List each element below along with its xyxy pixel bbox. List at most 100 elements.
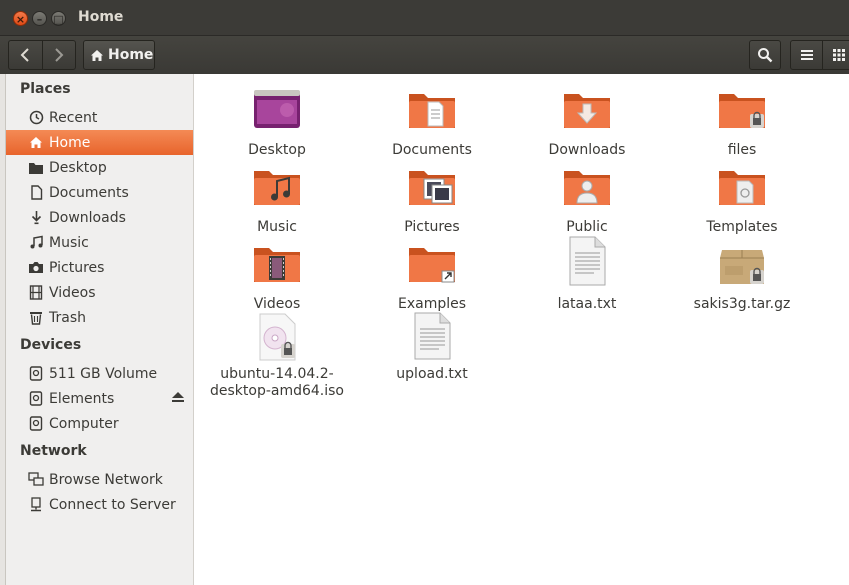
documents-folder-icon	[406, 88, 458, 138]
sidebar-item-label: Downloads	[49, 209, 126, 226]
breadcrumb-label: Home	[108, 47, 154, 63]
list-view-button[interactable]	[791, 41, 822, 69]
sidebar-item-recent[interactable]: Recent	[6, 105, 193, 130]
file-label: Public	[566, 219, 608, 235]
chevron-right-icon	[55, 48, 64, 62]
file-item-public[interactable]: Public	[517, 165, 657, 236]
file-label: Pictures	[404, 219, 460, 235]
sidebar-item-pictures[interactable]: Pictures	[6, 255, 193, 280]
file-item-templates[interactable]: Templates	[672, 165, 812, 236]
view-mode-group	[790, 40, 849, 70]
network-icon	[28, 472, 44, 488]
places-header: Places	[20, 81, 71, 97]
drive-icon	[28, 416, 44, 432]
disc-image-icon	[251, 312, 303, 362]
file-label: Templates	[706, 219, 778, 235]
file-item-ubuntu-iso[interactable]: ubuntu-14.04.2- desktop-amd64.iso	[207, 312, 347, 400]
sidebar-item-desktop[interactable]: Desktop	[6, 155, 193, 180]
sidebar-item-videos[interactable]: Videos	[6, 280, 193, 305]
window-title: Home	[78, 9, 124, 25]
file-label: sakis3g.tar.gz	[693, 296, 791, 312]
maximize-button[interactable]: □	[51, 11, 66, 26]
file-item-downloads[interactable]: Downloads	[517, 88, 657, 159]
file-label: Music	[257, 219, 297, 235]
public-folder-icon	[561, 165, 613, 215]
trash-icon	[28, 310, 44, 326]
sidebar-item-trash[interactable]: Trash	[6, 305, 193, 330]
camera-icon	[28, 260, 44, 276]
downloads-folder-icon	[561, 88, 613, 138]
text-file-icon	[406, 312, 458, 362]
file-item-desktop[interactable]: Desktop	[207, 88, 347, 159]
sidebar-item-downloads[interactable]: Downloads	[6, 205, 193, 230]
file-item-documents[interactable]: Documents	[362, 88, 502, 159]
file-item-upload-txt[interactable]: upload.txt	[362, 312, 502, 383]
devices-header: Devices	[20, 337, 82, 353]
back-button[interactable]	[9, 41, 42, 69]
grid-view-button[interactable]	[822, 41, 849, 69]
home-icon	[91, 49, 103, 61]
sidebar-item-label: Music	[49, 234, 89, 251]
home-icon	[28, 135, 44, 151]
search-icon	[758, 48, 773, 63]
sidebar-item-label: Recent	[49, 109, 98, 126]
file-item-examples[interactable]: Examples	[362, 242, 502, 313]
clock-icon	[28, 110, 44, 126]
toolbar: Home	[0, 36, 849, 74]
grid-icon	[832, 49, 845, 61]
sidebar-item-label: Documents	[49, 184, 129, 201]
file-label: Videos	[253, 296, 301, 312]
folder-icon	[28, 160, 44, 176]
desktop-folder-icon	[251, 88, 303, 138]
file-item-sakis3g-tar-gz[interactable]: sakis3g.tar.gz	[672, 242, 812, 313]
sidebar-item-music[interactable]: Music	[6, 230, 193, 255]
file-item-files[interactable]: files	[672, 88, 812, 159]
file-label: Documents	[392, 142, 472, 158]
document-icon	[28, 185, 44, 201]
sidebar-item-label: 511 GB Volume	[49, 365, 158, 382]
file-label: Examples	[397, 296, 467, 312]
music-icon	[28, 235, 44, 251]
file-item-videos[interactable]: Videos	[207, 242, 347, 313]
file-item-music[interactable]: Music	[207, 165, 347, 236]
sidebar-item-label: Videos	[49, 284, 96, 301]
sidebar-item-label: Elements	[49, 390, 115, 407]
sidebar-item-label: Computer	[49, 415, 119, 432]
eject-icon[interactable]	[171, 391, 185, 407]
music-folder-icon	[251, 165, 303, 215]
minimize-button[interactable]: –	[32, 11, 47, 26]
sidebar-item-home[interactable]: Home	[6, 130, 193, 155]
sidebar-item-computer[interactable]: Computer	[6, 411, 193, 436]
templates-folder-icon	[716, 165, 768, 215]
text-file-icon	[561, 235, 613, 292]
file-label: ubuntu-14.04.2- desktop-amd64.iso	[207, 366, 347, 400]
locked-folder-icon	[716, 88, 768, 138]
title-bar[interactable]: × – □ Home	[0, 0, 849, 36]
sidebar: Places Recent Home Desktop Documents Dow…	[6, 74, 194, 585]
file-label-line: desktop-amd64.iso	[209, 383, 344, 399]
drive-icon	[28, 366, 44, 382]
forward-button[interactable]	[41, 41, 75, 69]
chevron-left-icon	[21, 48, 30, 62]
sidebar-item-browse-network[interactable]: Browse Network	[6, 467, 193, 492]
breadcrumb-home[interactable]: Home	[83, 40, 155, 70]
sidebar-item-documents[interactable]: Documents	[6, 180, 193, 205]
sidebar-item-connect-server[interactable]: Connect to Server	[6, 492, 193, 517]
download-icon	[28, 210, 44, 226]
film-icon	[28, 285, 44, 301]
file-item-lataa-txt[interactable]: lataa.txt	[517, 235, 657, 313]
sidebar-item-label: Trash	[49, 309, 86, 326]
search-button[interactable]	[749, 40, 781, 70]
file-manager-window: × – □ Home Home Places Recent Home Deskt…	[0, 0, 849, 585]
sidebar-item-511gb-volume[interactable]: 511 GB Volume	[6, 361, 193, 386]
list-icon	[800, 50, 813, 60]
sidebar-item-label: Browse Network	[49, 471, 163, 488]
close-button[interactable]: ×	[13, 11, 28, 26]
sidebar-item-elements[interactable]: Elements	[6, 386, 193, 411]
file-label-line: ubuntu-14.04.2-	[220, 366, 334, 382]
file-label: Downloads	[548, 142, 626, 158]
file-item-pictures[interactable]: Pictures	[362, 165, 502, 236]
sidebar-item-label: Desktop	[49, 159, 107, 176]
sidebar-item-label: Home	[49, 134, 91, 151]
network-header: Network	[20, 443, 87, 459]
